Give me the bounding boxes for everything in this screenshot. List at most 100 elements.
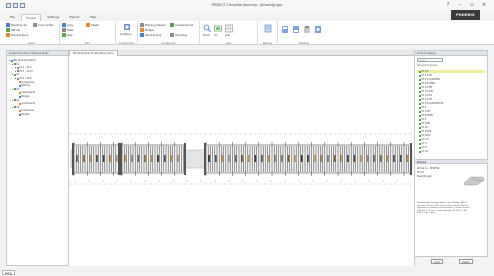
tree-item[interactable]: Accessories	[18, 81, 34, 84]
close-icon[interactable]: ×	[480, 2, 488, 9]
product-details-button[interactable]: Details	[459, 259, 473, 264]
drawing-canvas[interactable]	[69, 56, 414, 266]
tree-item[interactable]: Bridges	[18, 113, 29, 116]
insert-product-button[interactable]: Insert	[431, 259, 444, 264]
din-rail-button[interactable]: DIN rail	[6, 28, 20, 32]
marking-material-button[interactable]: Marking material	[140, 23, 165, 27]
product-list-item[interactable]: PT 16 N	[419, 134, 430, 137]
terminal-marking	[157, 155, 159, 162]
tab-settings[interactable]: Settings	[43, 14, 63, 21]
window-controls: ? – ▫ ×	[444, 2, 488, 9]
tree-item[interactable]: ▸ X3	[12, 88, 19, 91]
product-list-item[interactable]: PT 4-PE	[419, 110, 430, 113]
align-button[interactable]: Align	[62, 33, 73, 37]
zoom-button[interactable]: Zoom	[203, 34, 210, 37]
configure-button[interactable]: Configure	[120, 33, 132, 36]
bridges-button[interactable]: Bridges	[140, 28, 154, 32]
close-tab-icon[interactable]: ×	[112, 52, 114, 55]
terminal-marking	[241, 155, 243, 162]
terminal-strip-button[interactable]: Terminal strip	[140, 33, 161, 37]
product-list-item[interactable]: PT 10	[419, 126, 428, 129]
catalog-search-input[interactable]: Search...	[417, 58, 443, 62]
bridges-icon	[140, 28, 144, 32]
product-group-filter[interactable]: All product groups	[417, 64, 437, 67]
product-list-item[interactable]: PT 2,5	[417, 70, 485, 73]
product-list-item[interactable]: PT 6	[419, 118, 426, 121]
product-list-item[interactable]: UT 4	[419, 142, 427, 145]
product-list-item[interactable]: PT 2,5-PE	[419, 74, 432, 77]
marking-icon[interactable]	[264, 24, 272, 33]
tree-item[interactable]: ▸ X2	[12, 73, 19, 76]
grid-icon[interactable]	[225, 24, 233, 33]
accessories-list-button[interactable]: Accessories list	[170, 23, 193, 27]
tree-item[interactable]: Components	[18, 102, 35, 105]
terminal-strip-drawing[interactable]	[69, 56, 414, 266]
product-list-item-label: PT 10-PE	[421, 130, 432, 133]
end-clamp	[118, 143, 120, 175]
tree-item[interactable]: Accessories	[18, 109, 34, 112]
product-list-item[interactable]: UT 2,5	[419, 138, 429, 141]
grid-button[interactable]: Grid	[225, 34, 230, 37]
product-list-item-label: UT 6	[421, 146, 427, 149]
product-list-item[interactable]: PT 2,5-QUATTRO	[419, 78, 440, 81]
terminal-marking	[164, 155, 166, 162]
tree-item[interactable]: ▸ X1	[12, 63, 19, 66]
tab-help[interactable]: Help	[85, 14, 100, 21]
material-icon-3[interactable]	[303, 25, 311, 34]
product-list-item[interactable]: PT 2,5-PV	[419, 98, 432, 101]
tab-project[interactable]: Project	[21, 14, 42, 21]
configure-icon[interactable]	[123, 23, 131, 32]
zoom-icon[interactable]	[203, 24, 211, 33]
accessories-list-icon	[170, 23, 174, 27]
terminal-block-button[interactable]: Terminal block	[6, 33, 28, 37]
tree-item[interactable]: Bridges	[18, 95, 29, 98]
tree-item[interactable]: ▸ X2.1 - X2.8	[15, 77, 31, 80]
product-list-item-label: UT 4	[421, 142, 427, 145]
fit-icon[interactable]	[214, 24, 222, 33]
tree-item[interactable]: Marking	[18, 84, 30, 87]
tree-item-label: X3	[16, 87, 20, 91]
test-plugs-button[interactable]: Test plugs	[170, 33, 187, 37]
product-list-item[interactable]: PT 2,5-TWIN	[419, 82, 435, 85]
tree-item[interactable]: Components	[18, 91, 35, 94]
title-bar: PROJECT Complete planning - [drawing].pp…	[0, 0, 494, 12]
product-list-item[interactable]: UT 6	[419, 146, 427, 149]
product-list-item[interactable]: PT 10-PE	[419, 130, 431, 133]
delete-button[interactable]: Delete	[86, 23, 99, 27]
product-list-item[interactable]: PT 2,5-TG	[419, 94, 432, 97]
maximize-icon[interactable]: ▫	[468, 2, 476, 9]
cover-profile-button[interactable]: Cover profile	[33, 23, 53, 27]
material-icon-2[interactable]	[292, 25, 300, 34]
help-icon[interactable]: ?	[444, 2, 452, 9]
tab-file[interactable]: File	[6, 14, 19, 21]
copy-button[interactable]: Copy	[62, 23, 73, 27]
tab-export[interactable]: Export	[66, 14, 84, 21]
ribbon-group-insert: Mounting rail DIN rail Terminal block Co…	[4, 21, 60, 45]
tree-item-label: Marking	[21, 84, 30, 88]
material-icon-4[interactable]	[314, 25, 322, 34]
product-list-item[interactable]: PT 6-PE	[419, 122, 430, 125]
minimize-icon[interactable]: –	[456, 2, 464, 9]
tree-item[interactable]: ▸ X4	[12, 99, 19, 102]
terminal-marking	[333, 155, 336, 162]
paste-button[interactable]: Paste	[62, 28, 73, 32]
product-list-item[interactable]: PT 2,5-QUATTRO-PE	[419, 102, 443, 105]
product-list-item[interactable]: PT 2,5-DIO	[419, 90, 433, 93]
product-list-item[interactable]: PT 2,5-MT	[419, 86, 432, 89]
terminal-marking	[300, 155, 303, 162]
product-list-item[interactable]: UT 10	[419, 150, 428, 153]
terminal-marking	[234, 155, 237, 162]
tree-item[interactable]: ▸ X1.1 - X1.6	[15, 66, 31, 69]
tree-item[interactable]: ▸ PRJ_Terminal_Project	[9, 59, 36, 62]
mounting-rail-button[interactable]: Mounting rail	[6, 23, 27, 27]
terminal-marking	[96, 155, 98, 162]
end-clamp	[204, 143, 206, 175]
product-list-item[interactable]: PT 4-TWIN	[419, 114, 433, 117]
fit-button[interactable]: Fit	[214, 34, 217, 37]
tree-item[interactable]: ▸ X5	[12, 106, 19, 109]
material-icon-1[interactable]	[281, 25, 289, 34]
tree-item[interactable]: ▸ X1.7 - X1.12	[15, 70, 33, 73]
ribbon-group-label: Edit	[85, 42, 90, 45]
product-list-item[interactable]: PT 4	[419, 106, 426, 109]
terminal-marking	[406, 155, 408, 162]
